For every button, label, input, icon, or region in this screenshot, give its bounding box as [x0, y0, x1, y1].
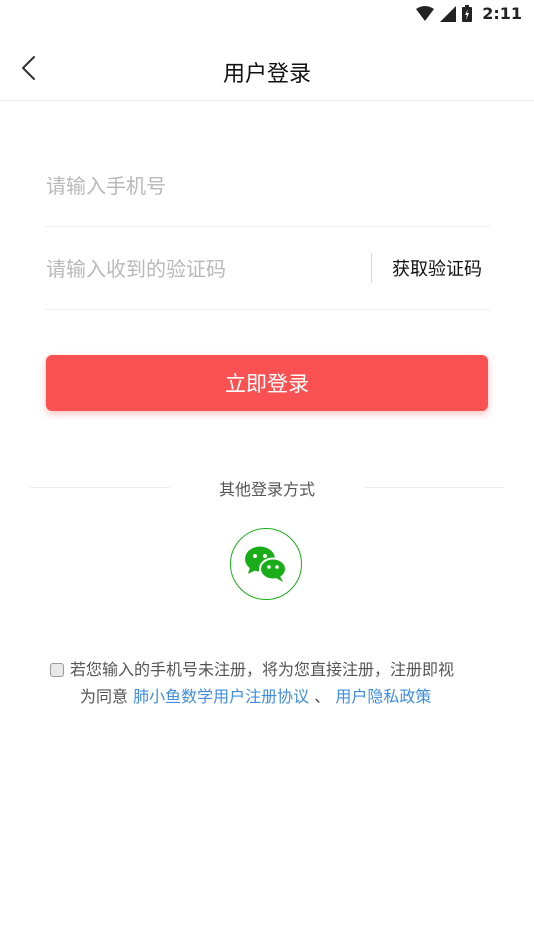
verification-code-input[interactable]	[46, 257, 346, 281]
wifi-icon	[416, 5, 435, 21]
signal-icon	[440, 5, 457, 22]
page-title: 用户登录	[222, 62, 311, 87]
agreement-separator: 、	[314, 687, 331, 706]
battery-icon	[462, 5, 473, 22]
agreement-text: 若您输入的手机号未注册，将为您直接注册，注册即视	[70, 660, 455, 679]
privacy-policy-link[interactable]: 用户隐私政策	[335, 687, 431, 706]
other-login-section: 其他登录方式	[0, 476, 534, 500]
code-field: 获取验证码	[44, 227, 490, 310]
phone-input[interactable]	[46, 174, 346, 198]
phone-field	[44, 144, 490, 227]
agreement-checkbox[interactable]	[50, 663, 64, 677]
agreement-section: 若您输入的手机号未注册，将为您直接注册，注册即视 为同意 肺小鱼数学用户注册协议…	[50, 656, 490, 710]
user-agreement-link[interactable]: 肺小鱼数学用户注册协议	[133, 687, 309, 706]
agreement-text-2: 为同意	[80, 687, 129, 706]
status-time: 2:11	[482, 4, 522, 23]
status-icons: 2:11	[416, 4, 522, 23]
divider	[371, 253, 372, 283]
wechat-icon	[245, 546, 287, 582]
status-bar: 2:11	[0, 0, 534, 28]
get-code-button[interactable]: 获取验证码	[392, 255, 482, 281]
wechat-login-button[interactable]	[230, 528, 302, 600]
divider-right	[364, 487, 504, 488]
agreement-line-1: 若您输入的手机号未注册，将为您直接注册，注册即视	[50, 656, 490, 683]
login-button[interactable]: 立即登录	[46, 355, 488, 411]
other-login-label: 其他登录方式	[218, 480, 315, 499]
nav-bar: 用户登录	[0, 38, 534, 101]
agreement-line-2: 为同意 肺小鱼数学用户注册协议 、 用户隐私政策	[50, 683, 490, 710]
